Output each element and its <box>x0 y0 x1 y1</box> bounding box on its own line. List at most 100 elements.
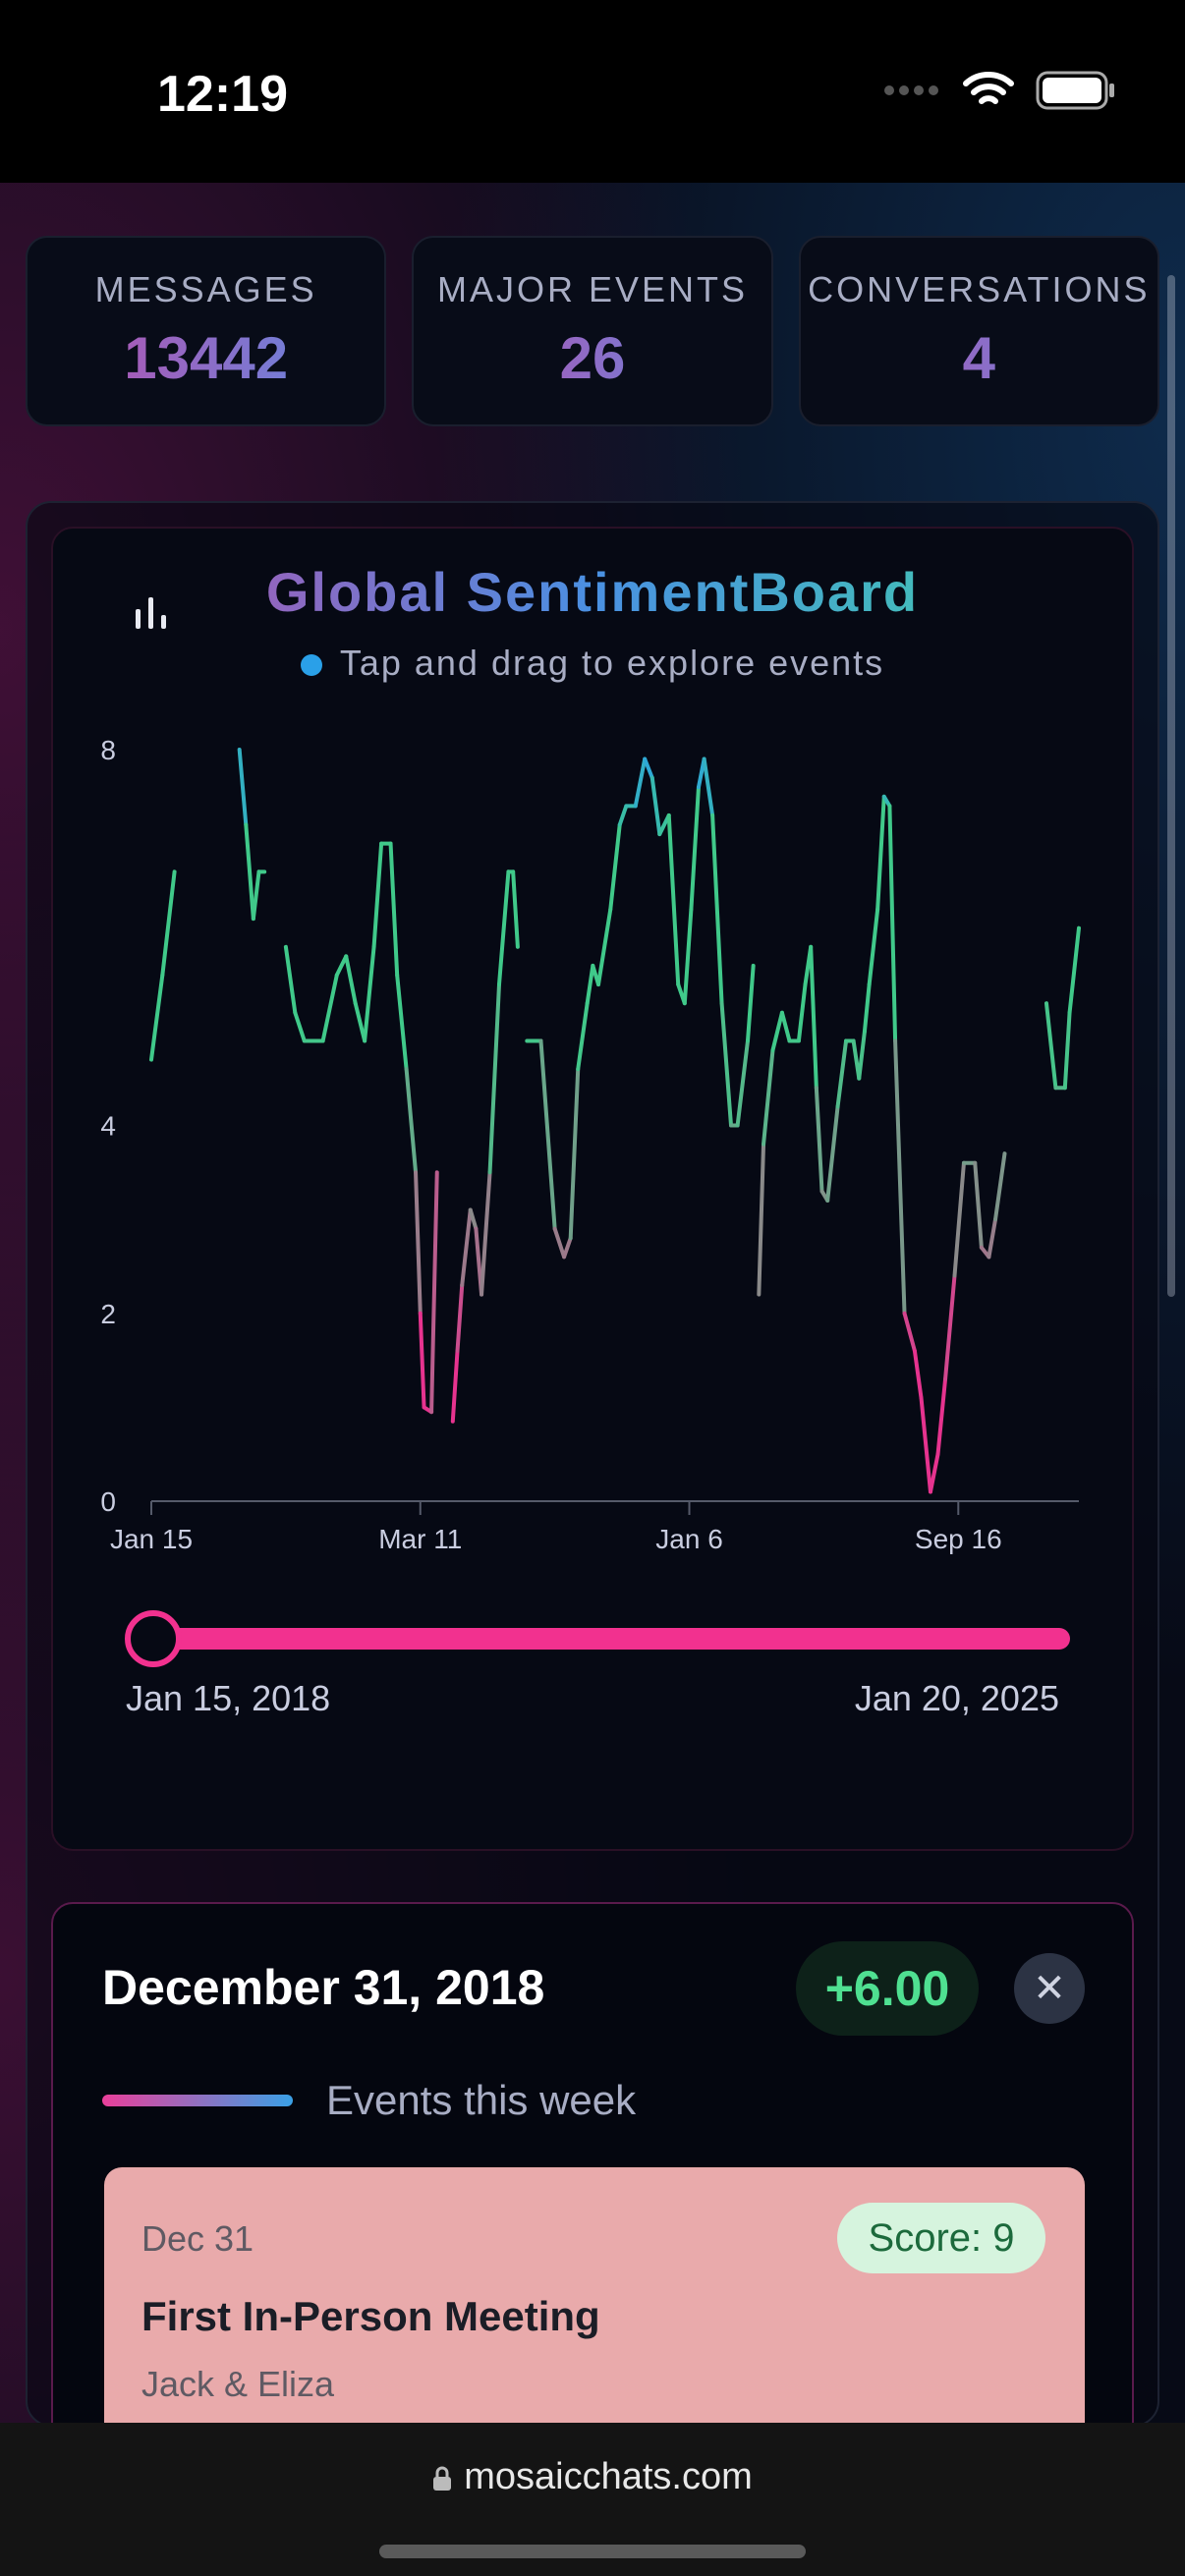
stat-card-major-events: MAJOR EVENTS 26 <box>412 236 773 426</box>
event-item-people: Jack & Eliza <box>141 2364 335 2404</box>
sentiment-line-segment <box>450 1349 460 1424</box>
sentiment-line-segment <box>576 1001 590 1072</box>
sentiment-line-segment <box>835 1038 849 1109</box>
sentiment-line-segment <box>1067 925 1081 1015</box>
range-start-date: Jan 15, 2018 <box>126 1678 331 1718</box>
status-bar: 12:19 <box>0 0 1185 183</box>
sentiment-line-segment <box>710 812 724 1006</box>
sentiment-line-segment <box>682 907 694 1006</box>
stat-label: MESSAGES <box>94 269 317 309</box>
sentiment-line-segment <box>1044 1001 1058 1091</box>
x-tick-label: Jan 6 <box>655 1524 723 1554</box>
sentiment-line-segment <box>414 1170 423 1316</box>
sentiment-line-segment <box>902 1311 917 1353</box>
url-bar[interactable]: mosaicchats.com <box>0 2456 1185 2498</box>
y-tick-label: 8 <box>100 735 116 765</box>
sentiment-line-segment <box>689 785 701 912</box>
signal-icon <box>884 85 938 95</box>
sentiment-line-segment <box>568 1067 581 1241</box>
event-item-score: Score: 9 <box>837 2203 1045 2273</box>
sentiment-line-segment <box>779 1010 792 1043</box>
sentiment-line-segment <box>928 1452 940 1494</box>
y-tick-label: 4 <box>100 1111 116 1142</box>
y-tick-label: 0 <box>100 1486 116 1517</box>
sentiment-line-segment <box>160 869 177 978</box>
sentiment-line-segment <box>935 1376 948 1457</box>
sentiment-line-segment <box>987 1217 998 1260</box>
event-item-date: Dec 31 <box>141 2218 254 2259</box>
stat-card-conversations: CONVERSATIONS 4 <box>798 236 1159 426</box>
close-button[interactable]: ✕ <box>1014 1953 1085 2024</box>
x-tick-label: Jan 15 <box>110 1524 193 1554</box>
sentiment-line-segment <box>404 1067 419 1175</box>
event-date: December 31, 2018 <box>102 1960 545 2015</box>
sentiment-line-segment <box>293 1010 307 1043</box>
sentiment-line-segment <box>283 944 298 1015</box>
scrollbar[interactable] <box>1167 275 1175 1297</box>
sentiment-line-segment <box>344 954 358 1006</box>
close-icon: ✕ <box>1033 1967 1066 2010</box>
event-item-card[interactable]: Dec 31 Score: 9 First In-Person Meeting … <box>104 2167 1085 2462</box>
sentiment-line-segment <box>468 1207 479 1231</box>
sentiment-line-segment <box>487 982 501 1175</box>
event-score-badge: +6.00 <box>796 1941 979 2036</box>
x-tick-label: Mar 11 <box>378 1524 462 1554</box>
sentiment-line-segment <box>363 944 376 1043</box>
week-gradient-bar <box>102 2095 293 2106</box>
sentiment-line-segment <box>608 822 622 912</box>
sentiment-line-segment <box>395 973 409 1072</box>
sentiment-line-segment <box>796 982 808 1043</box>
sentiment-line-segment <box>719 1001 733 1128</box>
sentiment-line-segment <box>237 748 249 827</box>
sentiment-line-segment <box>887 804 898 1043</box>
stat-label: CONVERSATIONS <box>808 269 1151 309</box>
status-time: 12:19 <box>157 66 288 123</box>
sentiment-line-segment <box>538 1038 557 1231</box>
sentiment-line-segment <box>511 869 520 949</box>
sentiment-line-segment <box>649 775 662 837</box>
sentiment-line-segment <box>770 1010 784 1052</box>
sentiment-line-segment <box>633 756 648 809</box>
sentiment-line-segment <box>371 841 384 949</box>
sentiment-line-segment <box>825 1104 840 1203</box>
sentiment-line-segment <box>666 812 681 987</box>
sentiment-line-segment <box>814 1086 824 1194</box>
sentiment-line-segment <box>875 794 886 912</box>
sentiment-line-segment <box>862 982 872 1034</box>
sentiment-line-segment <box>244 822 255 922</box>
stat-label: MAJOR EVENTS <box>436 269 749 309</box>
y-tick-label: 2 <box>100 1299 116 1329</box>
sentiment-line-segment <box>552 1226 567 1260</box>
sentiment-line-segment <box>562 1236 573 1260</box>
sentiment-line-segment <box>757 1142 766 1297</box>
sentiment-line-segment <box>943 1273 957 1381</box>
sentiment-line-segment <box>893 1038 907 1316</box>
sentiment-line-segment <box>1062 1010 1072 1091</box>
sentiment-line-segment <box>952 1160 966 1278</box>
sentiment-line-segment <box>388 841 400 978</box>
x-tick-label: Sep 16 <box>915 1524 1002 1554</box>
status-icons <box>882 71 1116 110</box>
stat-value: 4 <box>801 324 1157 392</box>
stat-value: 13442 <box>28 324 384 392</box>
home-indicator <box>379 2545 806 2558</box>
sentiment-line-segment <box>762 1048 775 1147</box>
sentiment-line-segment <box>867 907 880 987</box>
sentiment-line-segment <box>617 804 629 827</box>
sentiment-line-segment <box>320 973 339 1043</box>
sentiment-line-segment <box>919 1395 932 1494</box>
sentiment-line-segment <box>857 1029 867 1081</box>
sentiment-line-segment <box>480 1170 492 1297</box>
sentiment-line-segment <box>418 1311 426 1410</box>
sentiment-line-segment <box>745 963 756 1043</box>
sentiment-line-segment <box>735 1038 750 1128</box>
range-slider-thumb[interactable] <box>125 1610 182 1667</box>
browser-bar: mosaicchats.com <box>0 2423 1185 2576</box>
battery-icon <box>1036 71 1114 110</box>
sentiment-line-segment <box>702 756 715 817</box>
sentiment-chart[interactable]: 0 2 4 8 Jan 15 Mar 11 Jan 6 Sep 16 <box>53 529 1136 1853</box>
sentiment-line-segment <box>643 756 654 780</box>
sentiment-line-segment <box>455 1283 465 1353</box>
sentiment-line-segment <box>251 869 261 922</box>
week-label: Events this week <box>326 2077 637 2123</box>
